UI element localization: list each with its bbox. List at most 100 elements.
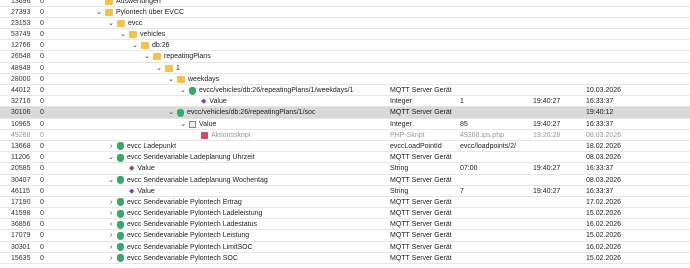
tree-node[interactable]: › evcc Sendevariable Pylontech LimitSOC xyxy=(108,243,253,252)
tree-node[interactable]: ⌄ 1 xyxy=(156,64,180,73)
chevron-down-icon[interactable]: ⌄ xyxy=(108,153,114,162)
tree-node[interactable]: ◆ Value xyxy=(192,97,227,106)
chevron-right-icon[interactable]: › xyxy=(108,209,114,218)
object-type: MQTT Server Gerät xyxy=(390,243,452,251)
node-label: db:26 xyxy=(152,42,170,50)
tree-node[interactable]: › evcc Sendevariable Pylontech SOC xyxy=(108,254,238,263)
parent-id: 0 xyxy=(40,165,44,173)
tree-node[interactable]: › evcc Ladepunkt xyxy=(108,142,176,151)
object-type: evccLoadPointId xyxy=(390,142,442,150)
object-id: 53749 xyxy=(11,31,31,39)
last-change: 15.02.2026 xyxy=(586,254,622,262)
tree-row[interactable]: 27393 0 ⌄ Pylontech über EVCC xyxy=(0,7,690,18)
tree-row[interactable]: 26548 0 ⌄ repeatingPlans xyxy=(0,51,690,63)
tree-row[interactable]: 49268 0 Aktionsskript PHP-Skript 49268.ips.p… xyxy=(0,130,690,141)
tree-node[interactable]: Auswertungen xyxy=(96,0,161,6)
parent-id: 0 xyxy=(40,210,44,218)
object-type: Integer xyxy=(390,120,412,128)
object-type: MQTT Server Gerät xyxy=(390,87,452,94)
object-id: 20585 xyxy=(11,165,31,173)
parent-id: 0 xyxy=(40,131,44,139)
chevron-right-icon[interactable]: › xyxy=(108,142,114,151)
chevron-down-icon[interactable]: ⌄ xyxy=(180,120,186,129)
chevron-down-icon[interactable]: ⌄ xyxy=(108,176,114,185)
chevron-down-icon[interactable]: ⌄ xyxy=(180,86,186,95)
tree-row[interactable]: 15635 0 › evcc Sendevariable Pylontech SOC M… xyxy=(0,253,690,264)
tree-node[interactable]: ⌄ evcc/vehicles/db:26/repeatingPlans/1/we… xyxy=(180,86,353,95)
tree-node[interactable]: › evcc Sendevariable Pylontech Ertrag xyxy=(108,198,242,207)
chevron-down-icon[interactable]: ⌄ xyxy=(144,52,150,61)
tree-row[interactable]: 48948 0 ⌄ 1 xyxy=(0,63,690,74)
tree-node[interactable]: ⌄ evcc xyxy=(108,19,142,28)
chevron-right-icon[interactable]: › xyxy=(108,220,114,229)
parent-id: 0 xyxy=(40,53,44,61)
chevron-down-icon[interactable]: ⌄ xyxy=(96,8,102,17)
node-label: evcc Ladepunkt xyxy=(127,142,177,150)
object-tree: 13696 0 Auswertungen 27393 0 ⌄ Pylontech über … xyxy=(0,0,690,264)
tree-row[interactable]: 53749 0 ⌄ vehicles xyxy=(0,29,690,41)
tree-node[interactable]: ⌄ weekdays xyxy=(168,75,219,84)
last-change: 17.02.2026 xyxy=(586,198,622,206)
parent-id: 0 xyxy=(40,109,44,117)
tree-row[interactable]: 23153 0 ⌄ evcc xyxy=(0,18,690,30)
object-id: 17079 xyxy=(11,232,31,240)
tree-node[interactable]: Aktionsskript xyxy=(192,131,251,140)
object-id: 30301 xyxy=(11,243,31,251)
tree-node[interactable]: ◆ Value xyxy=(120,164,155,173)
parent-id: 0 xyxy=(40,31,44,39)
node-label: 1 xyxy=(176,64,180,72)
tree-node[interactable]: › evcc Sendevariable Pylontech Leistung xyxy=(108,231,249,240)
chevron-down-icon[interactable]: ⌄ xyxy=(156,64,162,73)
tree-row[interactable]: 30106 0 ⌄ evcc/vehicles/db:26/repeatingPlan… xyxy=(0,107,690,119)
tree-row[interactable]: 46115 0 ◆ Value String 7 19:40:27 16:33:37 xyxy=(0,186,690,197)
tree-node[interactable]: ⌄ repeatingPlans xyxy=(144,52,211,61)
tree-row[interactable]: 10965 0 ⌄ Value Integer 85 19:40:27 16:33:37 xyxy=(0,119,690,130)
tree-row[interactable]: 17079 0 › evcc Sendevariable Pylontech Leis… xyxy=(0,230,690,242)
tree-row[interactable]: 30301 0 › evcc Sendevariable Pylontech Limi… xyxy=(0,242,690,253)
chevron-right-icon[interactable]: › xyxy=(108,198,114,207)
tree-node[interactable]: ◆ Value xyxy=(120,187,155,196)
folder-icon xyxy=(165,64,173,72)
tree-row[interactable]: 12766 0 ⌄ db:26 xyxy=(0,40,690,52)
chevron-right-icon[interactable]: › xyxy=(108,231,114,240)
tree-node[interactable]: ⌄ Value xyxy=(180,120,216,129)
tree-row[interactable]: 13696 0 Auswertungen xyxy=(0,0,690,7)
tree-row[interactable]: 41598 0 › evcc Sendevariable Pylontech Lade… xyxy=(0,208,690,220)
parent-id: 0 xyxy=(40,221,44,229)
tree-node[interactable]: › evcc Sendevariable Pylontech Ladestatus xyxy=(108,220,257,229)
tree-node[interactable]: ⌄ vehicles xyxy=(120,30,165,39)
object-id: 48948 xyxy=(11,64,31,72)
tree-node[interactable]: ⌄ Pylontech über EVCC xyxy=(96,8,184,17)
tree-row[interactable]: 17190 0 › evcc Sendevariable Pylontech Ertr… xyxy=(0,197,690,209)
chevron-down-icon[interactable]: ⌄ xyxy=(168,75,174,84)
tree-row[interactable]: 30407 0 ⌄ evcc Sendevariable Ladeplanung Wo… xyxy=(0,175,690,186)
chevron-down-icon[interactable]: ⌄ xyxy=(132,41,138,50)
chevron-down-icon[interactable]: ⌄ xyxy=(168,108,174,117)
last-change: 16:33:37 xyxy=(586,187,614,195)
instance-icon xyxy=(117,198,124,207)
chevron-down-icon[interactable]: ⌄ xyxy=(120,30,126,39)
object-id: 10965 xyxy=(11,120,31,128)
tree-row[interactable]: 13668 0 › evcc Ladepunkt evccLoadPointId evcc… xyxy=(0,141,690,153)
node-label: evcc Sendevariable Pylontech Ertrag xyxy=(127,198,242,206)
tree-row[interactable]: 32716 0 ◆ Value Integer 1 19:40:27 16:33:37 xyxy=(0,96,690,108)
parent-id: 0 xyxy=(40,87,44,94)
tree-row[interactable]: 28000 0 ⌄ weekdays xyxy=(0,74,690,85)
chevron-down-icon[interactable]: ⌄ xyxy=(108,19,114,28)
parent-id: 0 xyxy=(40,232,44,240)
object-id: 30407 xyxy=(11,176,31,184)
tree-row[interactable]: 44012 0 ⌄ evcc/vehicles/db:26/repeatingPlan… xyxy=(0,85,690,97)
tree-row[interactable]: 11206 0 ⌄ evcc Sendevariable Ladeplanung Uh… xyxy=(0,152,690,164)
tree-node[interactable]: › evcc Sendevariable Pylontech Ladeleistu… xyxy=(108,209,262,218)
tree-node[interactable]: ⌄ db:26 xyxy=(132,41,170,50)
tree-node[interactable]: ⌄ evcc Sendevariable Ladeplanung Uhrzeit xyxy=(108,153,255,162)
tree-node[interactable]: ⌄ evcc/vehicles/db:26/repeatingPlans/1/so… xyxy=(168,108,315,117)
tree-row[interactable]: 36856 0 › evcc Sendevariable Pylontech Lade… xyxy=(0,219,690,231)
last-change: 19:40:12 xyxy=(586,109,614,117)
chevron-right-icon[interactable]: › xyxy=(108,243,114,252)
parent-id: 0 xyxy=(40,198,44,206)
tree-node[interactable]: ⌄ evcc Sendevariable Ladeplanung Wochenta… xyxy=(108,176,268,185)
tree-row[interactable]: 20585 0 ◆ Value String 07:00 19:40:27 16:33:37 xyxy=(0,163,690,175)
event-icon xyxy=(189,120,196,128)
chevron-right-icon[interactable]: › xyxy=(108,254,114,263)
